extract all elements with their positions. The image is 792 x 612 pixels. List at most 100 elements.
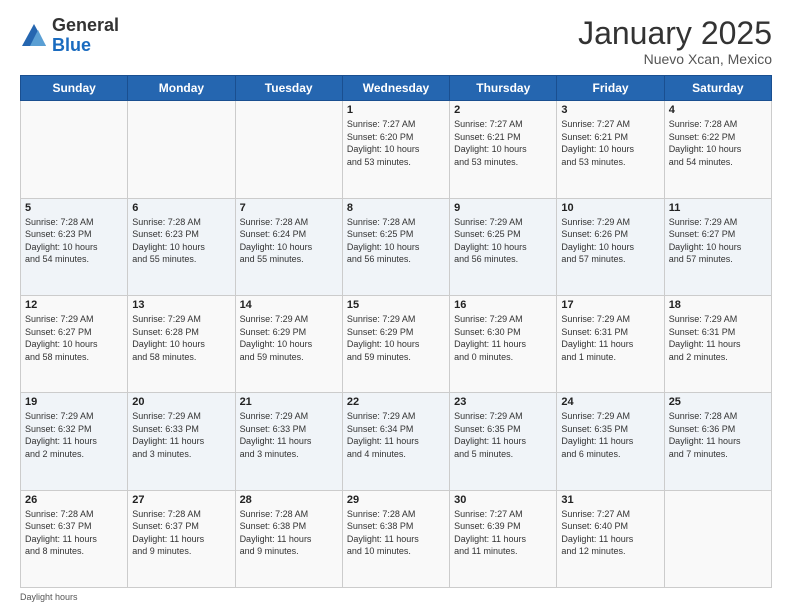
day-detail: Sunrise: 7:29 AM Sunset: 6:25 PM Dayligh… bbox=[454, 216, 552, 266]
day-detail: Sunrise: 7:27 AM Sunset: 6:21 PM Dayligh… bbox=[454, 118, 552, 168]
day-number: 3 bbox=[561, 104, 659, 116]
logo: General Blue bbox=[20, 16, 119, 56]
calendar-cell: 3 Sunrise: 7:27 AM Sunset: 6:21 PM Daylig… bbox=[557, 101, 664, 198]
day-detail: Sunrise: 7:29 AM Sunset: 6:35 PM Dayligh… bbox=[561, 410, 659, 460]
calendar-cell: 8Sunrise: 7:28 AM Sunset: 6:25 PM Daylig… bbox=[342, 198, 449, 295]
calendar-cell: 7 Sunrise: 7:28 AM Sunset: 6:24 PM Daylig… bbox=[235, 198, 342, 295]
logo-icon bbox=[20, 22, 48, 50]
day-detail: Sunrise: 7:29 AM Sunset: 6:35 PM Dayligh… bbox=[454, 410, 552, 460]
logo-text: General Blue bbox=[52, 16, 119, 56]
day-detail: Sunrise: 7:27 AM Sunset: 6:40 PM Dayligh… bbox=[561, 508, 659, 558]
daylight-hours-label: Daylight hours bbox=[20, 592, 78, 602]
day-number: 30 bbox=[454, 494, 552, 506]
calendar-cell: 14 Sunrise: 7:29 AM Sunset: 6:29 PM Dayli… bbox=[235, 295, 342, 392]
day-number: 20 bbox=[132, 396, 230, 408]
day-number: 28 bbox=[240, 494, 338, 506]
day-detail: Sunrise: 7:29 AM Sunset: 6:34 PM Dayligh… bbox=[347, 410, 445, 460]
calendar-week-row: 1 Sunrise: 7:27 AM Sunset: 6:20 PM Daylig… bbox=[21, 101, 772, 198]
calendar-cell: 29 Sunrise: 7:28 AM Sunset: 6:38 PM Dayli… bbox=[342, 490, 449, 587]
calendar-cell: 1 Sunrise: 7:27 AM Sunset: 6:20 PM Daylig… bbox=[342, 101, 449, 198]
day-number: 25 bbox=[669, 396, 767, 408]
day-detail: Sunrise: 7:27 AM Sunset: 6:39 PM Dayligh… bbox=[454, 508, 552, 558]
calendar-day-header: Monday bbox=[128, 76, 235, 101]
day-number: 14 bbox=[240, 299, 338, 311]
day-number: 24 bbox=[561, 396, 659, 408]
day-number: 4 bbox=[669, 104, 767, 116]
day-detail: Sunrise: 7:29 AM Sunset: 6:28 PM Dayligh… bbox=[132, 313, 230, 363]
day-detail: Sunrise: 7:29 AM Sunset: 6:29 PM Dayligh… bbox=[347, 313, 445, 363]
calendar-cell: 17Sunrise: 7:29 AM Sunset: 6:31 PM Dayli… bbox=[557, 295, 664, 392]
day-number: 15 bbox=[347, 299, 445, 311]
calendar-cell: 21 Sunrise: 7:29 AM Sunset: 6:33 PM Dayli… bbox=[235, 393, 342, 490]
calendar-cell: 18Sunrise: 7:29 AM Sunset: 6:31 PM Dayli… bbox=[664, 295, 771, 392]
day-number: 9 bbox=[454, 202, 552, 214]
day-detail: Sunrise: 7:27 AM Sunset: 6:21 PM Dayligh… bbox=[561, 118, 659, 168]
day-number: 19 bbox=[25, 396, 123, 408]
month-title: January 2025 bbox=[578, 16, 772, 51]
calendar-cell: 30 Sunrise: 7:27 AM Sunset: 6:39 PM Dayli… bbox=[450, 490, 557, 587]
calendar-cell: 11Sunrise: 7:29 AM Sunset: 6:27 PM Dayli… bbox=[664, 198, 771, 295]
calendar-cell: 10Sunrise: 7:29 AM Sunset: 6:26 PM Dayli… bbox=[557, 198, 664, 295]
day-number: 7 bbox=[240, 202, 338, 214]
day-number: 12 bbox=[25, 299, 123, 311]
calendar-week-row: 19Sunrise: 7:29 AM Sunset: 6:32 PM Dayli… bbox=[21, 393, 772, 490]
calendar-cell: 28 Sunrise: 7:28 AM Sunset: 6:38 PM Dayli… bbox=[235, 490, 342, 587]
day-number: 11 bbox=[669, 202, 767, 214]
location: Nuevo Xcan, Mexico bbox=[578, 51, 772, 67]
calendar-cell: 31 Sunrise: 7:27 AM Sunset: 6:40 PM Dayli… bbox=[557, 490, 664, 587]
day-number: 5 bbox=[25, 202, 123, 214]
day-detail: Sunrise: 7:27 AM Sunset: 6:20 PM Dayligh… bbox=[347, 118, 445, 168]
day-number: 21 bbox=[240, 396, 338, 408]
calendar: SundayMondayTuesdayWednesdayThursdayFrid… bbox=[20, 75, 772, 588]
day-number: 16 bbox=[454, 299, 552, 311]
day-detail: Sunrise: 7:28 AM Sunset: 6:22 PM Dayligh… bbox=[669, 118, 767, 168]
calendar-cell: 4 Sunrise: 7:28 AM Sunset: 6:22 PM Daylig… bbox=[664, 101, 771, 198]
day-number: 2 bbox=[454, 104, 552, 116]
calendar-cell: 19Sunrise: 7:29 AM Sunset: 6:32 PM Dayli… bbox=[21, 393, 128, 490]
calendar-cell: 24 Sunrise: 7:29 AM Sunset: 6:35 PM Dayli… bbox=[557, 393, 664, 490]
calendar-day-header: Tuesday bbox=[235, 76, 342, 101]
calendar-cell: 9 Sunrise: 7:29 AM Sunset: 6:25 PM Daylig… bbox=[450, 198, 557, 295]
calendar-cell bbox=[21, 101, 128, 198]
day-detail: Sunrise: 7:28 AM Sunset: 6:38 PM Dayligh… bbox=[347, 508, 445, 558]
day-number: 29 bbox=[347, 494, 445, 506]
day-detail: Sunrise: 7:28 AM Sunset: 6:36 PM Dayligh… bbox=[669, 410, 767, 460]
day-detail: Sunrise: 7:29 AM Sunset: 6:29 PM Dayligh… bbox=[240, 313, 338, 363]
calendar-cell bbox=[235, 101, 342, 198]
day-detail: Sunrise: 7:29 AM Sunset: 6:30 PM Dayligh… bbox=[454, 313, 552, 363]
day-number: 8 bbox=[347, 202, 445, 214]
calendar-header-row: SundayMondayTuesdayWednesdayThursdayFrid… bbox=[21, 76, 772, 101]
calendar-cell: 12 Sunrise: 7:29 AM Sunset: 6:27 PM Dayli… bbox=[21, 295, 128, 392]
day-detail: Sunrise: 7:29 AM Sunset: 6:27 PM Dayligh… bbox=[25, 313, 123, 363]
calendar-cell: 15 Sunrise: 7:29 AM Sunset: 6:29 PM Dayli… bbox=[342, 295, 449, 392]
day-number: 10 bbox=[561, 202, 659, 214]
day-detail: Sunrise: 7:29 AM Sunset: 6:33 PM Dayligh… bbox=[132, 410, 230, 460]
calendar-cell: 13Sunrise: 7:29 AM Sunset: 6:28 PM Dayli… bbox=[128, 295, 235, 392]
calendar-cell: 23 Sunrise: 7:29 AM Sunset: 6:35 PM Dayli… bbox=[450, 393, 557, 490]
day-number: 31 bbox=[561, 494, 659, 506]
day-number: 26 bbox=[25, 494, 123, 506]
calendar-cell bbox=[128, 101, 235, 198]
calendar-week-row: 26 Sunrise: 7:28 AM Sunset: 6:37 PM Dayli… bbox=[21, 490, 772, 587]
day-detail: Sunrise: 7:28 AM Sunset: 6:24 PM Dayligh… bbox=[240, 216, 338, 266]
title-block: January 2025 Nuevo Xcan, Mexico bbox=[578, 16, 772, 67]
calendar-cell: 25 Sunrise: 7:28 AM Sunset: 6:36 PM Dayli… bbox=[664, 393, 771, 490]
day-number: 23 bbox=[454, 396, 552, 408]
calendar-cell: 27Sunrise: 7:28 AM Sunset: 6:37 PM Dayli… bbox=[128, 490, 235, 587]
day-detail: Sunrise: 7:28 AM Sunset: 6:37 PM Dayligh… bbox=[25, 508, 123, 558]
calendar-cell bbox=[664, 490, 771, 587]
calendar-day-header: Saturday bbox=[664, 76, 771, 101]
calendar-cell: 6Sunrise: 7:28 AM Sunset: 6:23 PM Daylig… bbox=[128, 198, 235, 295]
day-detail: Sunrise: 7:28 AM Sunset: 6:38 PM Dayligh… bbox=[240, 508, 338, 558]
day-number: 22 bbox=[347, 396, 445, 408]
day-number: 1 bbox=[347, 104, 445, 116]
footer: Daylight hours bbox=[20, 592, 772, 602]
calendar-cell: 2 Sunrise: 7:27 AM Sunset: 6:21 PM Daylig… bbox=[450, 101, 557, 198]
day-number: 18 bbox=[669, 299, 767, 311]
day-detail: Sunrise: 7:28 AM Sunset: 6:23 PM Dayligh… bbox=[25, 216, 123, 266]
header: General Blue January 2025 Nuevo Xcan, Me… bbox=[20, 16, 772, 67]
day-detail: Sunrise: 7:29 AM Sunset: 6:33 PM Dayligh… bbox=[240, 410, 338, 460]
calendar-cell: 16 Sunrise: 7:29 AM Sunset: 6:30 PM Dayli… bbox=[450, 295, 557, 392]
day-number: 6 bbox=[132, 202, 230, 214]
calendar-day-header: Thursday bbox=[450, 76, 557, 101]
